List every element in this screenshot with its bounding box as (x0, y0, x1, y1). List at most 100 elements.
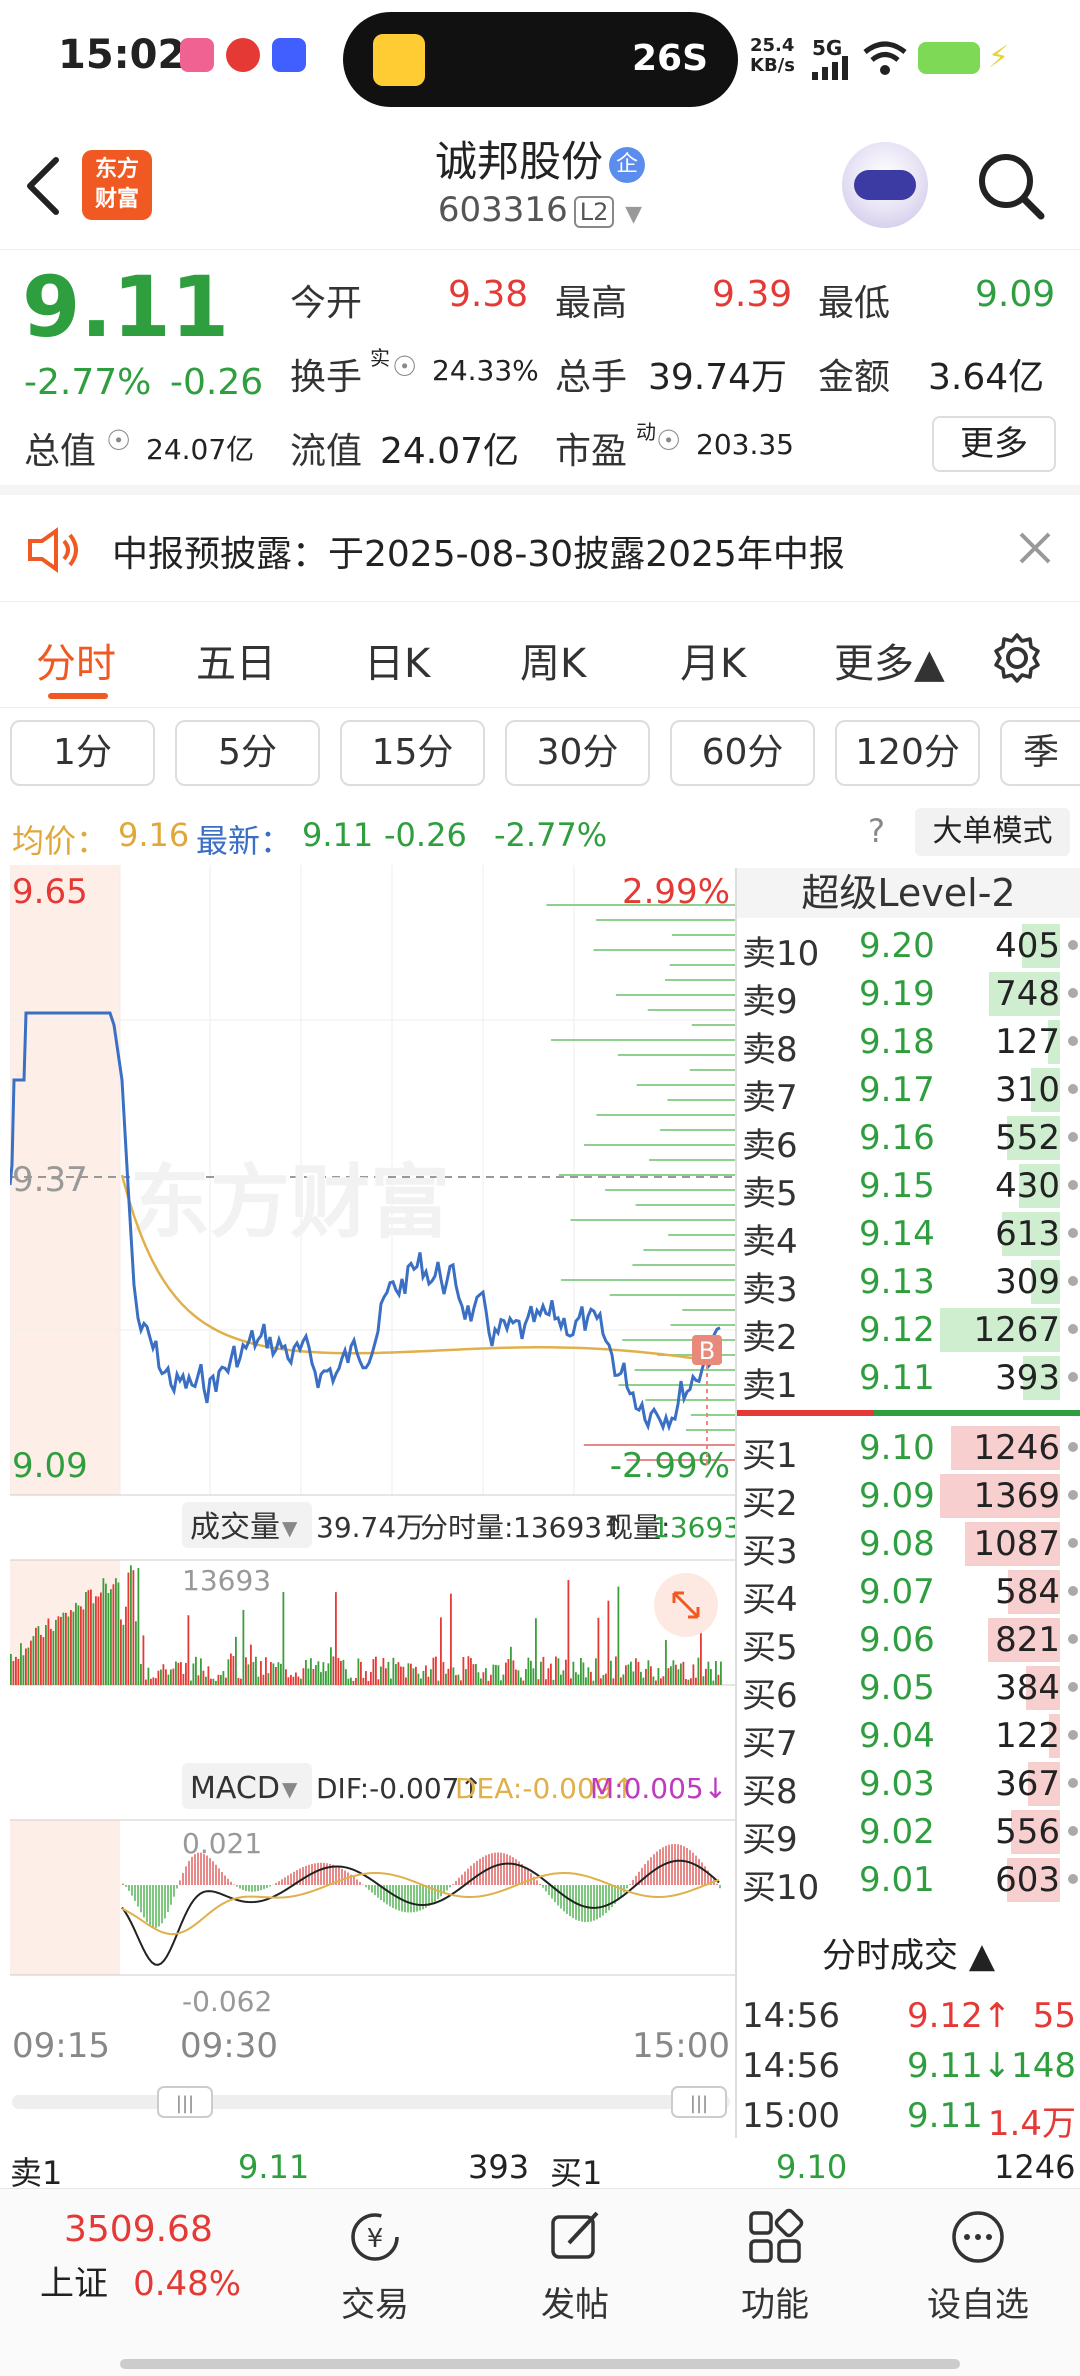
macd-bar (593, 1885, 595, 1921)
tab-monthly-k[interactable]: 月K (680, 631, 746, 689)
bid-row[interactable]: 买5 9.06 821 (737, 1616, 1080, 1668)
ask-row[interactable]: 卖4 9.14 613 (737, 1210, 1080, 1262)
bid-row[interactable]: 买3 9.08 1087 (737, 1520, 1080, 1572)
macd-bar (269, 1885, 271, 1887)
bottom-nav: 3509.68 上证 0.48% ¥ 交易 发帖 功能 设自选 (0, 2188, 1080, 2376)
macd-bar (275, 1883, 277, 1885)
search-icon[interactable] (975, 150, 1047, 222)
bid-row[interactable]: 买7 9.04 122 (737, 1712, 1080, 1764)
ask-label: 卖7 (742, 1078, 798, 1118)
macd-bar (131, 1885, 133, 1896)
robot-assistant-avatar[interactable] (842, 142, 928, 228)
volume-bar (492, 1664, 495, 1685)
bid-row[interactable]: 买2 9.09 1369 (737, 1472, 1080, 1524)
tab-weekly-k[interactable]: 周K (520, 631, 586, 689)
amount-label: 金额 (818, 357, 891, 398)
bid-row[interactable]: 买6 9.05 384 (737, 1664, 1080, 1716)
robot-face (854, 170, 916, 200)
minute-tab-120[interactable]: 120分 (835, 720, 980, 786)
volume-bar (75, 1602, 77, 1685)
macd-bar (299, 1868, 301, 1885)
index-ticker[interactable]: 3509.68 上证 0.48% (30, 2199, 280, 2305)
strip-ask-price: 9.11 (238, 2148, 310, 2186)
minute-tab-5[interactable]: 5分 (175, 720, 320, 786)
gear-icon[interactable] (990, 631, 1044, 685)
ask-row[interactable]: 卖5 9.15 430 (737, 1162, 1080, 1214)
ask-row[interactable]: 卖2 9.12 1267 (737, 1306, 1080, 1358)
intraday-chart[interactable]: 东方财富 9.65 9.37 9.09 2.99% -2.99% B 成交量 ▼… (10, 865, 735, 2140)
volume-bar (570, 1678, 572, 1685)
bid-row[interactable]: 买9 9.02 556 (737, 1808, 1080, 1860)
volume-bar (182, 1673, 185, 1685)
nav-functions[interactable]: 功能 (675, 2199, 875, 2326)
open-label: 今开 (290, 283, 363, 324)
bid-row[interactable]: 买10 9.01 603 (737, 1856, 1080, 1908)
volume-bar (295, 1672, 297, 1685)
trades-header[interactable]: 分时成交 ▲ (737, 1926, 1080, 1986)
help-icon[interactable]: ? (868, 812, 885, 850)
more-dots-icon (952, 2211, 1004, 2263)
volume-bar (217, 1674, 220, 1685)
volume-bar (682, 1661, 685, 1685)
macd-bar (434, 1885, 436, 1902)
more-button[interactable]: 更多 (932, 416, 1056, 472)
ask-row[interactable]: 卖6 9.16 552 (737, 1114, 1080, 1166)
time-axis-end: 15:00 (632, 2026, 730, 2066)
bid-row[interactable]: 买8 9.03 367 (737, 1760, 1080, 1812)
order-book-title[interactable]: 超级Level-2 (737, 868, 1080, 918)
ask-row[interactable]: 卖9 9.19 748 (737, 970, 1080, 1022)
close-icon[interactable] (1018, 531, 1052, 565)
ask-row[interactable]: 卖10 9.20 405 (737, 922, 1080, 974)
macd-bar (314, 1863, 316, 1885)
high-value: 9.39 (712, 274, 793, 315)
minute-tab-60[interactable]: 60分 (670, 720, 815, 786)
macd-bar (695, 1855, 697, 1885)
minute-tab-1[interactable]: 1分 (10, 720, 155, 786)
nav-add-watchlist[interactable]: 设自选 (878, 2199, 1078, 2326)
macd-bar (389, 1885, 391, 1907)
minute-tab-30[interactable]: 30分 (505, 720, 650, 786)
info-icon[interactable]: ☉ (656, 424, 681, 457)
macd-bar (323, 1862, 325, 1885)
macd-bar (377, 1885, 379, 1898)
macd-bar (578, 1885, 580, 1921)
volume-bar (252, 1662, 255, 1685)
dynamic-island[interactable]: 26S (343, 12, 738, 107)
nav-post[interactable]: 发帖 (475, 2199, 675, 2326)
big-order-mode-button[interactable]: 大单模式 (915, 808, 1070, 856)
volume-axis-max: 13693 (182, 1564, 271, 1597)
volume-bar (115, 1578, 117, 1685)
tab-daily-k[interactable]: 日K (364, 631, 430, 689)
volume-bar (597, 1617, 600, 1685)
nav-trade[interactable]: ¥ 交易 (275, 2199, 475, 2326)
volume-bar (267, 1673, 270, 1685)
status-dot (1068, 1730, 1078, 1740)
pre-market-shade-macd (10, 1820, 120, 1975)
minute-tab-15[interactable]: 15分 (340, 720, 485, 786)
ask-row[interactable]: 卖3 9.13 309 (737, 1258, 1080, 1310)
time-scrollbar[interactable] (12, 2095, 730, 2109)
volume-bar (437, 1680, 440, 1685)
ask-row[interactable]: 卖1 9.11 393 (737, 1354, 1080, 1406)
notice-bar[interactable]: 中报预披露：于2025-08-30披露2025年中报 (0, 497, 1080, 602)
info-icon[interactable]: ☉ (392, 350, 417, 383)
volume-bar (55, 1619, 57, 1685)
ask-row[interactable]: 卖7 9.17 310 (737, 1066, 1080, 1118)
bid-row[interactable]: 买4 9.07 584 (737, 1568, 1080, 1620)
volume-bar (530, 1660, 532, 1685)
bid-row[interactable]: 买1 9.10 1246 (737, 1424, 1080, 1476)
tab-more[interactable]: 更多▲ (834, 631, 945, 689)
volume-bar (35, 1627, 37, 1685)
bid-label: 买8 (742, 1772, 798, 1812)
volume-bar (357, 1658, 360, 1685)
volume-bar (655, 1680, 657, 1685)
volume-bar (272, 1663, 275, 1685)
tab-five-day[interactable]: 五日 (196, 631, 276, 689)
chevron-down-icon: ▼ (625, 202, 643, 227)
minute-tab-season[interactable]: 季 (1000, 720, 1080, 786)
tab-intraday[interactable]: 分时 (36, 631, 116, 689)
high-label: 最高 (555, 283, 628, 324)
macd-bar (368, 1885, 370, 1890)
info-icon[interactable]: ☉ (106, 424, 131, 457)
ask-row[interactable]: 卖8 9.18 127 (737, 1018, 1080, 1070)
